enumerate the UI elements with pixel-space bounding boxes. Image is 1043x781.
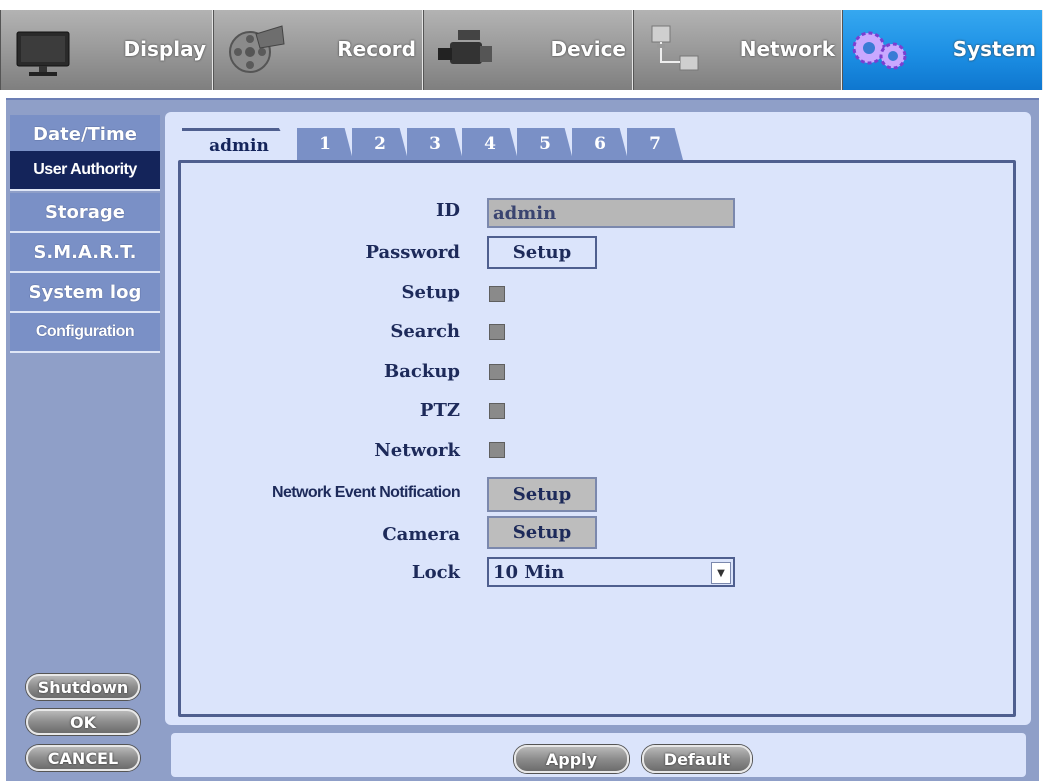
sidebar-item-label: System log	[28, 281, 142, 303]
default-button[interactable]: Default	[642, 745, 752, 773]
shutdown-button-label: Shutdown	[37, 677, 129, 697]
setup-checkbox[interactable]	[489, 286, 505, 302]
cancel-button-label: CANCEL	[47, 748, 119, 768]
tab-7[interactable]: 7	[627, 128, 683, 160]
sidebar-item-label: User Authority	[33, 161, 137, 178]
lock-value: 10 Min	[493, 561, 565, 583]
setup-label: Setup	[401, 282, 460, 303]
sidebar-item-smart[interactable]: S.M.A.R.T.	[10, 233, 160, 273]
tab-2[interactable]: 2	[352, 128, 408, 160]
tab-label: 3	[429, 134, 441, 154]
lock-select[interactable]: 10 Min ▼	[487, 557, 735, 587]
sidebar-item-user-authority[interactable]: User Authority	[10, 151, 160, 191]
tab-5[interactable]: 5	[517, 128, 573, 160]
network-event-notification-label: Network Event Notification	[272, 484, 461, 501]
id-label: ID	[435, 200, 460, 221]
menu-display[interactable]: Display	[0, 10, 213, 90]
top-menu-bar: Display Record Device Network System	[0, 10, 1043, 98]
notification-setup-button[interactable]: Setup	[487, 477, 597, 512]
sidebar-item-label: Storage	[44, 201, 126, 223]
tab-6[interactable]: 6	[572, 128, 628, 160]
id-field[interactable]: admin	[487, 198, 735, 228]
notification-setup-label: Setup	[512, 484, 572, 505]
camera-setup-label: Setup	[512, 522, 572, 543]
menu-device-label: Device	[550, 37, 626, 61]
monitor-icon	[16, 31, 70, 76]
password-label: Password	[365, 242, 460, 263]
search-label: Search	[390, 321, 460, 342]
tab-3[interactable]: 3	[407, 128, 463, 160]
camera-label: Camera	[382, 524, 460, 545]
menu-display-label: Display	[123, 37, 206, 61]
ok-button[interactable]: OK	[26, 709, 140, 735]
tab-label: 4	[484, 134, 496, 154]
tab-label: 5	[539, 134, 551, 154]
apply-button[interactable]: Apply	[514, 745, 629, 773]
tab-label: 6	[594, 134, 606, 154]
network-checkbox[interactable]	[489, 442, 505, 458]
backup-checkbox[interactable]	[489, 364, 505, 380]
menu-system-label: System	[952, 37, 1036, 61]
menu-network[interactable]: Network	[633, 10, 842, 90]
gears-icon	[852, 31, 907, 70]
menu-record-label: Record	[337, 37, 416, 61]
network-computers-icon	[651, 25, 699, 71]
video-camera-icon	[438, 30, 492, 64]
tab-label: admin	[209, 135, 269, 156]
menu-system[interactable]: System	[842, 10, 1043, 90]
network-label: Network	[374, 440, 460, 461]
shutdown-button[interactable]: Shutdown	[26, 674, 140, 700]
id-value: admin	[493, 202, 557, 224]
tab-label: 7	[649, 134, 661, 154]
chevron-down-icon[interactable]: ▼	[711, 562, 731, 584]
tab-label: 1	[319, 134, 331, 154]
sidebar-item-storage[interactable]: Storage	[10, 193, 160, 233]
password-setup-button[interactable]: Setup	[487, 236, 597, 269]
ptz-checkbox[interactable]	[489, 403, 505, 419]
tab-label: 2	[374, 134, 386, 154]
search-checkbox[interactable]	[489, 324, 505, 340]
sidebar-item-configuration[interactable]: Configuration	[10, 313, 160, 353]
ok-button-label: OK	[70, 712, 96, 732]
tab-admin[interactable]: admin	[182, 128, 296, 160]
tab-4[interactable]: 4	[462, 128, 518, 160]
camera-setup-button[interactable]: Setup	[487, 516, 597, 549]
ptz-label: PTZ	[419, 400, 460, 421]
password-setup-label: Setup	[512, 242, 572, 263]
sidebar-item-date-time[interactable]: Date/Time	[10, 115, 160, 155]
cancel-button[interactable]: CANCEL	[26, 745, 140, 771]
film-reel-icon	[229, 25, 285, 73]
tab-1[interactable]: 1	[297, 128, 353, 160]
default-button-label: Default	[663, 749, 731, 769]
menu-record[interactable]: Record	[213, 10, 423, 90]
sidebar-item-label: S.M.A.R.T.	[33, 241, 137, 263]
menu-device[interactable]: Device	[423, 10, 633, 90]
sidebar-item-system-log[interactable]: System log	[10, 273, 160, 313]
lock-label: Lock	[411, 562, 460, 583]
apply-button-label: Apply	[545, 749, 598, 769]
sidebar-item-label: Date/Time	[33, 123, 137, 145]
sidebar-item-label: Configuration	[35, 323, 135, 340]
menu-network-label: Network	[739, 37, 835, 61]
backup-label: Backup	[384, 361, 460, 382]
